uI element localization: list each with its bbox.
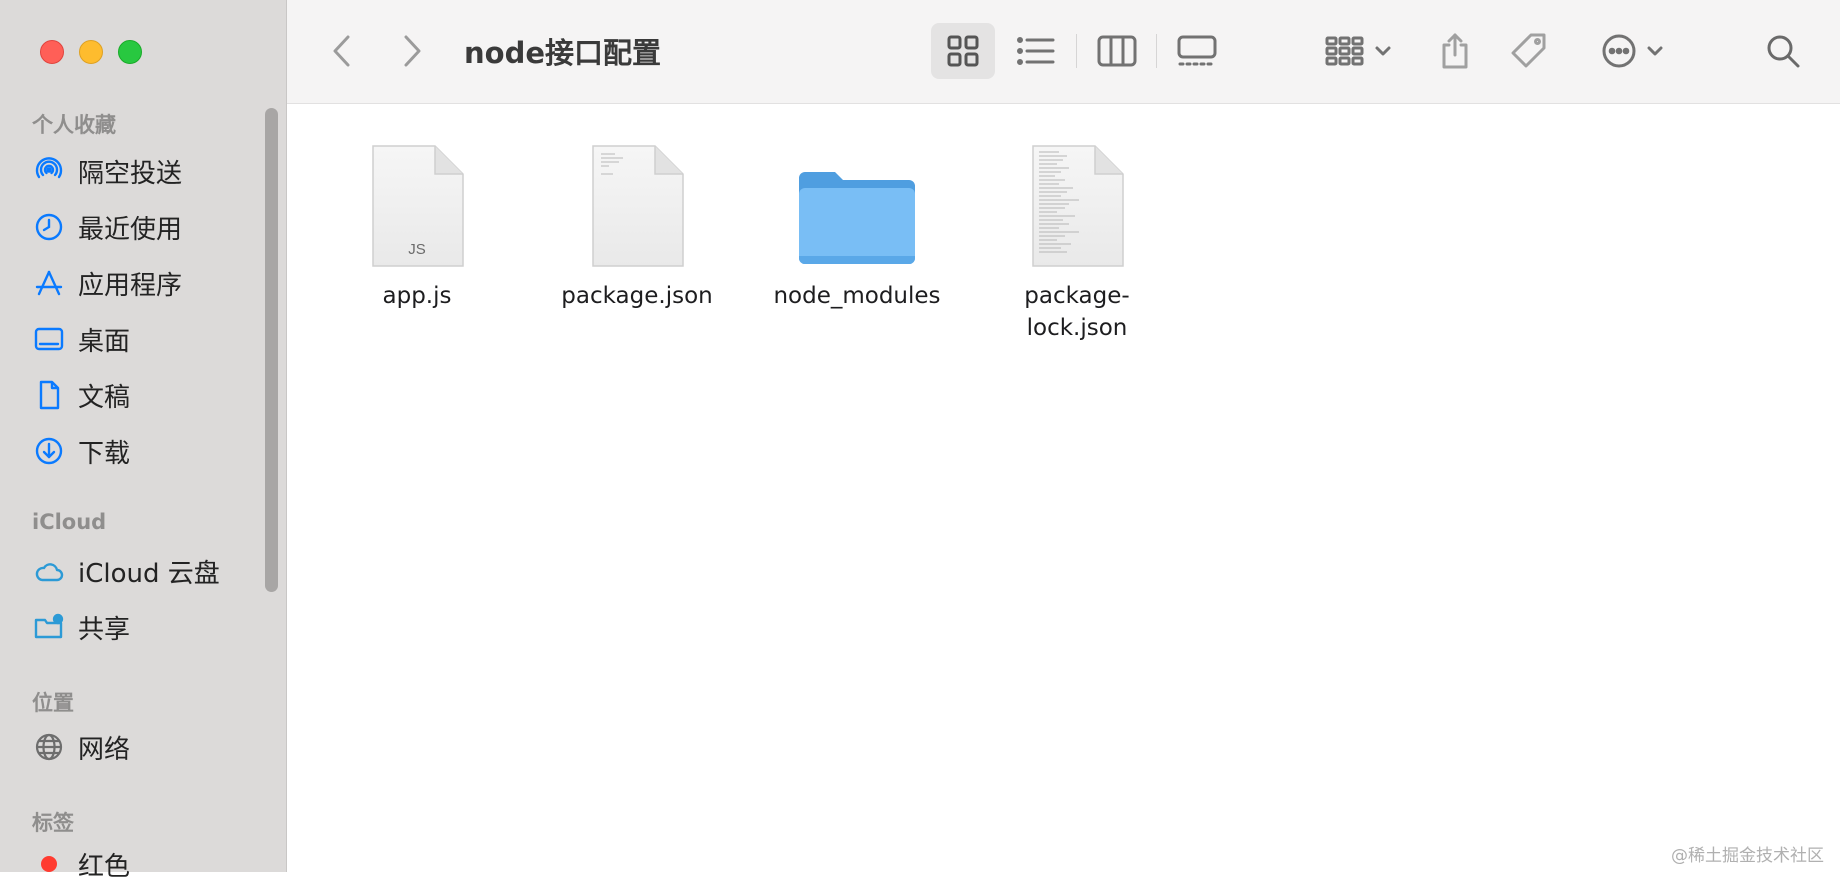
sidebar-item-label: 共享 bbox=[78, 614, 131, 645]
toolbar-separator bbox=[1156, 34, 1157, 68]
chevron-left-icon bbox=[333, 35, 350, 67]
gallery-view-button[interactable] bbox=[1165, 23, 1229, 79]
zoom-button[interactable] bbox=[118, 40, 142, 64]
file-item[interactable]: package.json bbox=[542, 134, 732, 312]
sidebar-item-applications[interactable]: 应用程序 bbox=[32, 261, 182, 305]
download-icon bbox=[32, 434, 66, 468]
toolbar-separator bbox=[1076, 34, 1077, 68]
sidebar-item-network[interactable]: 网络 bbox=[32, 725, 130, 769]
section-tags: 标签 bbox=[32, 811, 74, 835]
watermark: @稀土掘金技术社区 bbox=[1671, 846, 1824, 866]
globe-icon bbox=[32, 730, 66, 764]
finder-window: 个人收藏 隔空投送 最近使用 应用程序 桌面 文稿 下载 iCloud iClo… bbox=[0, 0, 1840, 882]
forward-button[interactable] bbox=[397, 30, 427, 72]
applications-icon bbox=[32, 266, 66, 300]
sidebar-item-documents[interactable]: 文稿 bbox=[32, 373, 130, 417]
close-button[interactable] bbox=[40, 40, 64, 64]
toolbar: node接口配置 bbox=[287, 0, 1840, 104]
section-locations: 位置 bbox=[32, 691, 74, 715]
list-view-icon bbox=[1017, 37, 1055, 65]
window-controls bbox=[40, 40, 142, 64]
columns-view-icon bbox=[1097, 35, 1137, 67]
shared-folder-icon bbox=[32, 610, 66, 644]
red-tag-dot-icon bbox=[41, 856, 57, 872]
tag-button[interactable] bbox=[1501, 23, 1557, 79]
file-grid: JS app.js package.json node_modules pack… bbox=[287, 104, 1840, 872]
back-button[interactable] bbox=[327, 30, 357, 72]
file-item[interactable]: JS app.js bbox=[322, 134, 512, 312]
minimize-button[interactable] bbox=[79, 40, 103, 64]
tag-icon bbox=[1511, 33, 1546, 68]
icon-view-button[interactable] bbox=[931, 23, 995, 79]
search-button[interactable] bbox=[1755, 23, 1811, 79]
search-icon bbox=[1767, 35, 1800, 68]
sidebar-item-recents[interactable]: 最近使用 bbox=[32, 205, 182, 249]
json-file-icon bbox=[542, 134, 732, 270]
file-item[interactable]: node_modules bbox=[762, 134, 952, 312]
sidebar-item-label: 隔空投送 bbox=[78, 158, 183, 189]
section-icloud: iCloud bbox=[32, 510, 107, 534]
clock-icon bbox=[32, 210, 66, 244]
file-item[interactable]: package- lock.json bbox=[982, 134, 1172, 344]
ellipsis-circle-icon bbox=[1602, 34, 1636, 68]
sidebar-item-label: 应用程序 bbox=[78, 270, 183, 301]
chevron-right-icon bbox=[404, 35, 421, 67]
js-badge: JS bbox=[408, 241, 426, 258]
sidebar-item-label: 桌面 bbox=[78, 326, 131, 357]
section-favorites: 个人收藏 bbox=[32, 113, 116, 137]
chevron-down-icon bbox=[1647, 46, 1663, 56]
sidebar-item-shared[interactable]: 共享 bbox=[32, 605, 130, 649]
sidebar-item-airdrop[interactable]: 隔空投送 bbox=[32, 149, 182, 193]
sidebar-item-label: iCloud 云盘 bbox=[78, 558, 220, 589]
share-button[interactable] bbox=[1427, 23, 1483, 79]
document-icon bbox=[32, 378, 66, 412]
file-name: package.json bbox=[561, 283, 713, 309]
file-name-line-2: lock.json bbox=[1026, 315, 1128, 341]
sidebar-item-label: 文稿 bbox=[78, 382, 131, 413]
sidebar-scrollbar[interactable] bbox=[265, 108, 278, 592]
sidebar-item-label: 最近使用 bbox=[78, 214, 183, 245]
share-icon bbox=[1442, 33, 1468, 69]
window-title: node接口配置 bbox=[464, 36, 661, 70]
json-file-icon bbox=[982, 134, 1172, 270]
folder-icon bbox=[762, 134, 952, 270]
sidebar-item-label: 网络 bbox=[78, 734, 131, 765]
group-by-button[interactable] bbox=[1317, 23, 1401, 79]
group-grid-icon bbox=[1325, 36, 1364, 66]
file-name: node_modules bbox=[773, 283, 941, 309]
airdrop-icon bbox=[32, 154, 66, 188]
sidebar-item-desktop[interactable]: 桌面 bbox=[32, 317, 130, 361]
gallery-view-icon bbox=[1177, 35, 1217, 66]
cloud-icon bbox=[32, 554, 66, 588]
grid-view-icon bbox=[947, 35, 979, 67]
sidebar-item-label: 红色 bbox=[78, 851, 131, 882]
chevron-down-icon bbox=[1375, 46, 1391, 56]
sidebar: 个人收藏 隔空投送 最近使用 应用程序 桌面 文稿 下载 iCloud iClo… bbox=[0, 0, 287, 882]
more-actions-button[interactable] bbox=[1591, 23, 1675, 79]
sidebar-item-icloud-drive[interactable]: iCloud 云盘 bbox=[32, 549, 220, 593]
js-file-icon: JS bbox=[322, 134, 512, 270]
column-view-button[interactable] bbox=[1085, 23, 1149, 79]
file-name-line-1: package- bbox=[1024, 283, 1130, 309]
sidebar-item-label: 下载 bbox=[78, 438, 131, 469]
file-name: app.js bbox=[382, 283, 452, 309]
desktop-icon bbox=[32, 322, 66, 356]
sidebar-item-downloads[interactable]: 下载 bbox=[32, 429, 130, 473]
sidebar-item-tag-red[interactable]: 红色 bbox=[32, 842, 130, 886]
list-view-button[interactable] bbox=[1004, 23, 1068, 79]
